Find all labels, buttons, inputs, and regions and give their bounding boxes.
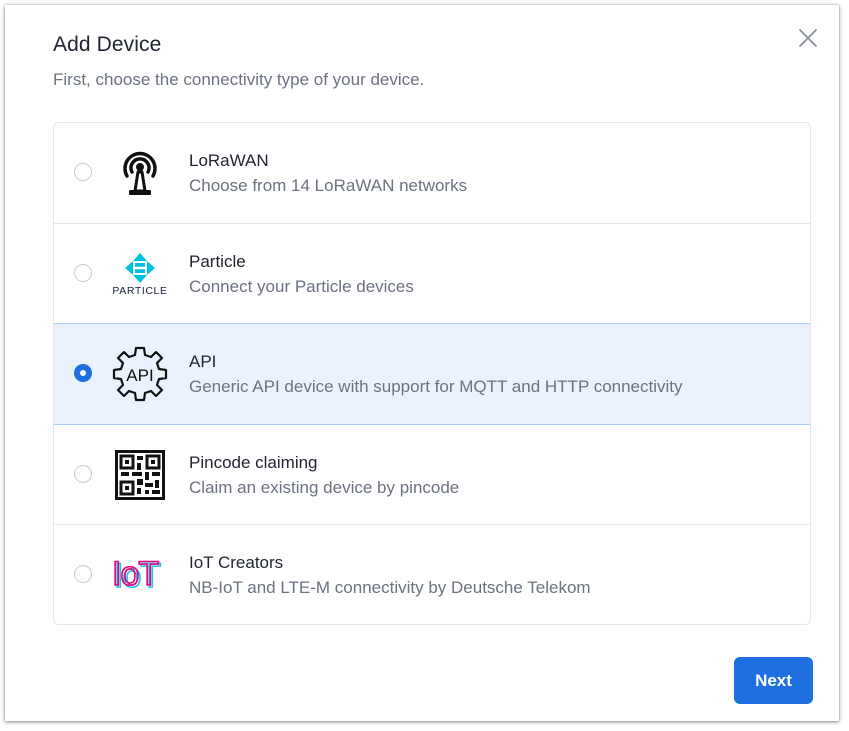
iot-creators-logo: IoT IoT [108,547,172,603]
dialog-title: Add Device [53,33,162,56]
particle-logo: PARTICLE [108,246,172,302]
option-api[interactable]: API API Generic API device with support … [54,323,810,425]
antenna-icon [108,145,172,201]
api-gear-icon: API [108,346,172,402]
radio-lorawan[interactable] [74,163,92,181]
option-description: Claim an existing device by pincode [189,477,460,497]
option-description: NB-IoT and LTE-M connectivity by Deutsch… [189,578,591,598]
radio-iot-creators[interactable] [74,565,92,584]
option-pincode[interactable]: Pincode claiming Claim an existing devic… [54,425,810,526]
option-title: Pincode claiming [189,452,318,472]
option-iot-creators[interactable]: IoT IoT IoT Creators NB-IoT and LTE-M co… [54,525,810,624]
option-description: Choose from 14 LoRaWAN networks [189,176,468,195]
option-lorawan[interactable]: LoRaWAN Choose from 14 LoRaWAN networks [54,123,810,224]
radio-api[interactable] [74,364,92,383]
qr-code-icon [108,447,172,503]
api-icon-text: API [126,366,153,385]
option-title: LoRaWAN [189,151,269,170]
radio-particle[interactable] [74,263,92,282]
option-description: Connect your Particle devices [189,276,414,296]
radio-pincode[interactable] [74,464,92,483]
add-device-dialog: Add Device First, choose the connectivit… [5,5,839,721]
close-icon[interactable] [795,25,821,51]
dialog-subtitle: First, choose the connectivity type of y… [53,70,425,89]
option-title: IoT Creators [189,553,284,573]
iot-logo-text: IoT [112,555,158,593]
option-particle[interactable]: PARTICLE Particle Connect your Particle … [54,224,810,325]
option-description: Generic API device with support for MQTT… [189,377,683,397]
option-title: Particle [189,251,246,271]
particle-logo-text: PARTICLE [112,284,168,297]
option-title: API [189,352,217,372]
connectivity-type-list: LoRaWAN Choose from 14 LoRaWAN networks … [53,122,811,625]
next-button[interactable]: Next [734,657,813,704]
